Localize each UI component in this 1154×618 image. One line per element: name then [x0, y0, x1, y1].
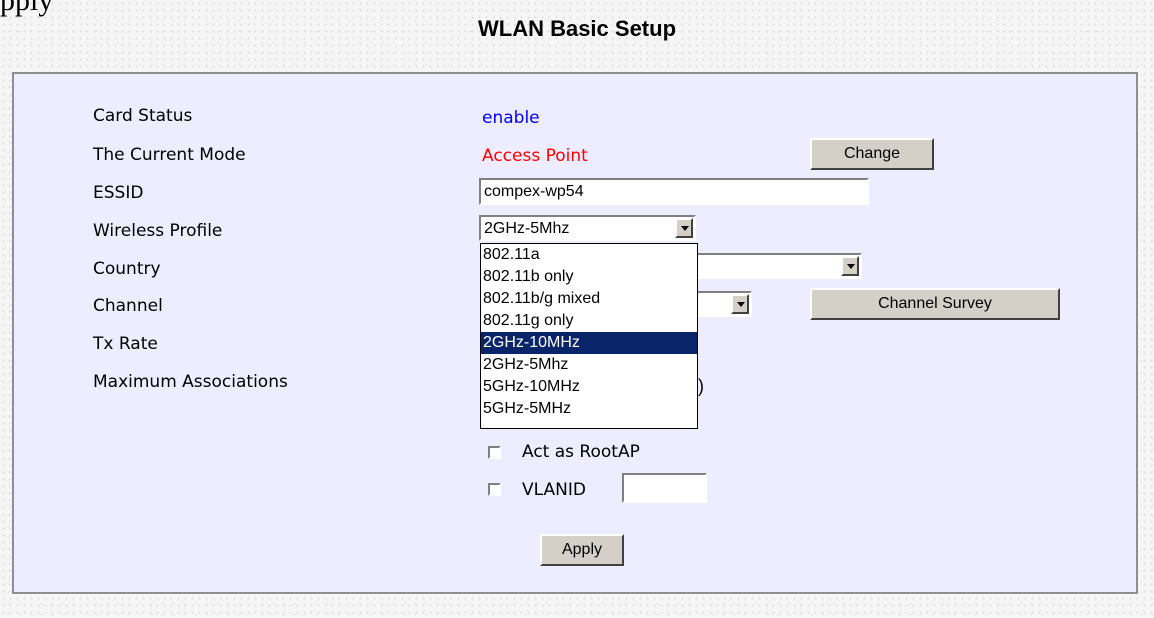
profile-option[interactable]: 5GHz-10MHz: [481, 376, 697, 398]
current-mode-label: The Current Mode: [93, 145, 246, 165]
profile-option[interactable]: 5GHz-5MHz: [481, 398, 697, 420]
channel-label: Channel: [93, 296, 163, 316]
vlanid-label: VLANID: [522, 480, 586, 500]
profile-option[interactable]: 802.11a: [481, 244, 697, 266]
wireless-profile-select[interactable]: 2GHz-5Mhz: [479, 215, 696, 241]
profile-option[interactable]: 2GHz-5Mhz: [481, 354, 697, 376]
wireless-profile-selected: 2GHz-5Mhz: [484, 220, 570, 237]
channel-survey-button[interactable]: Channel Survey: [810, 288, 1060, 320]
card-status-label: Card Status: [93, 106, 193, 126]
vlanid-checkbox[interactable]: [488, 483, 501, 496]
profile-option[interactable]: 802.11b/g mixed: [481, 288, 697, 310]
wireless-profile-label: Wireless Profile: [93, 221, 223, 241]
chevron-down-icon[interactable]: [841, 256, 859, 276]
max-associations-fragment: ): [698, 376, 704, 396]
tx-rate-label: Tx Rate: [93, 334, 158, 354]
act-as-rootap-label: Act as RootAP: [522, 442, 640, 462]
current-mode-value: Access Point: [482, 146, 588, 166]
wireless-profile-dropdown[interactable]: 802.11a 802.11b only 802.11b/g mixed 802…: [480, 243, 698, 429]
page-title: WLAN Basic Setup: [477, 16, 677, 41]
essid-input[interactable]: [479, 178, 869, 205]
act-as-rootap-checkbox[interactable]: [488, 446, 501, 459]
profile-option[interactable]: 802.11g only: [481, 310, 697, 332]
apply-button[interactable]: Apply: [540, 534, 624, 566]
card-status-value: enable: [482, 108, 540, 128]
country-label: Country: [93, 259, 161, 279]
chevron-down-icon[interactable]: [675, 218, 693, 238]
profile-option[interactable]: 802.11b only: [481, 266, 697, 288]
vlanid-input[interactable]: [622, 473, 707, 503]
max-associations-label: Maximum Associations: [93, 372, 288, 392]
change-mode-button[interactable]: Change: [810, 138, 934, 170]
chevron-down-icon[interactable]: [731, 294, 749, 314]
essid-label: ESSID: [93, 183, 144, 203]
profile-option-selected[interactable]: 2GHz-10MHz: [481, 332, 697, 354]
